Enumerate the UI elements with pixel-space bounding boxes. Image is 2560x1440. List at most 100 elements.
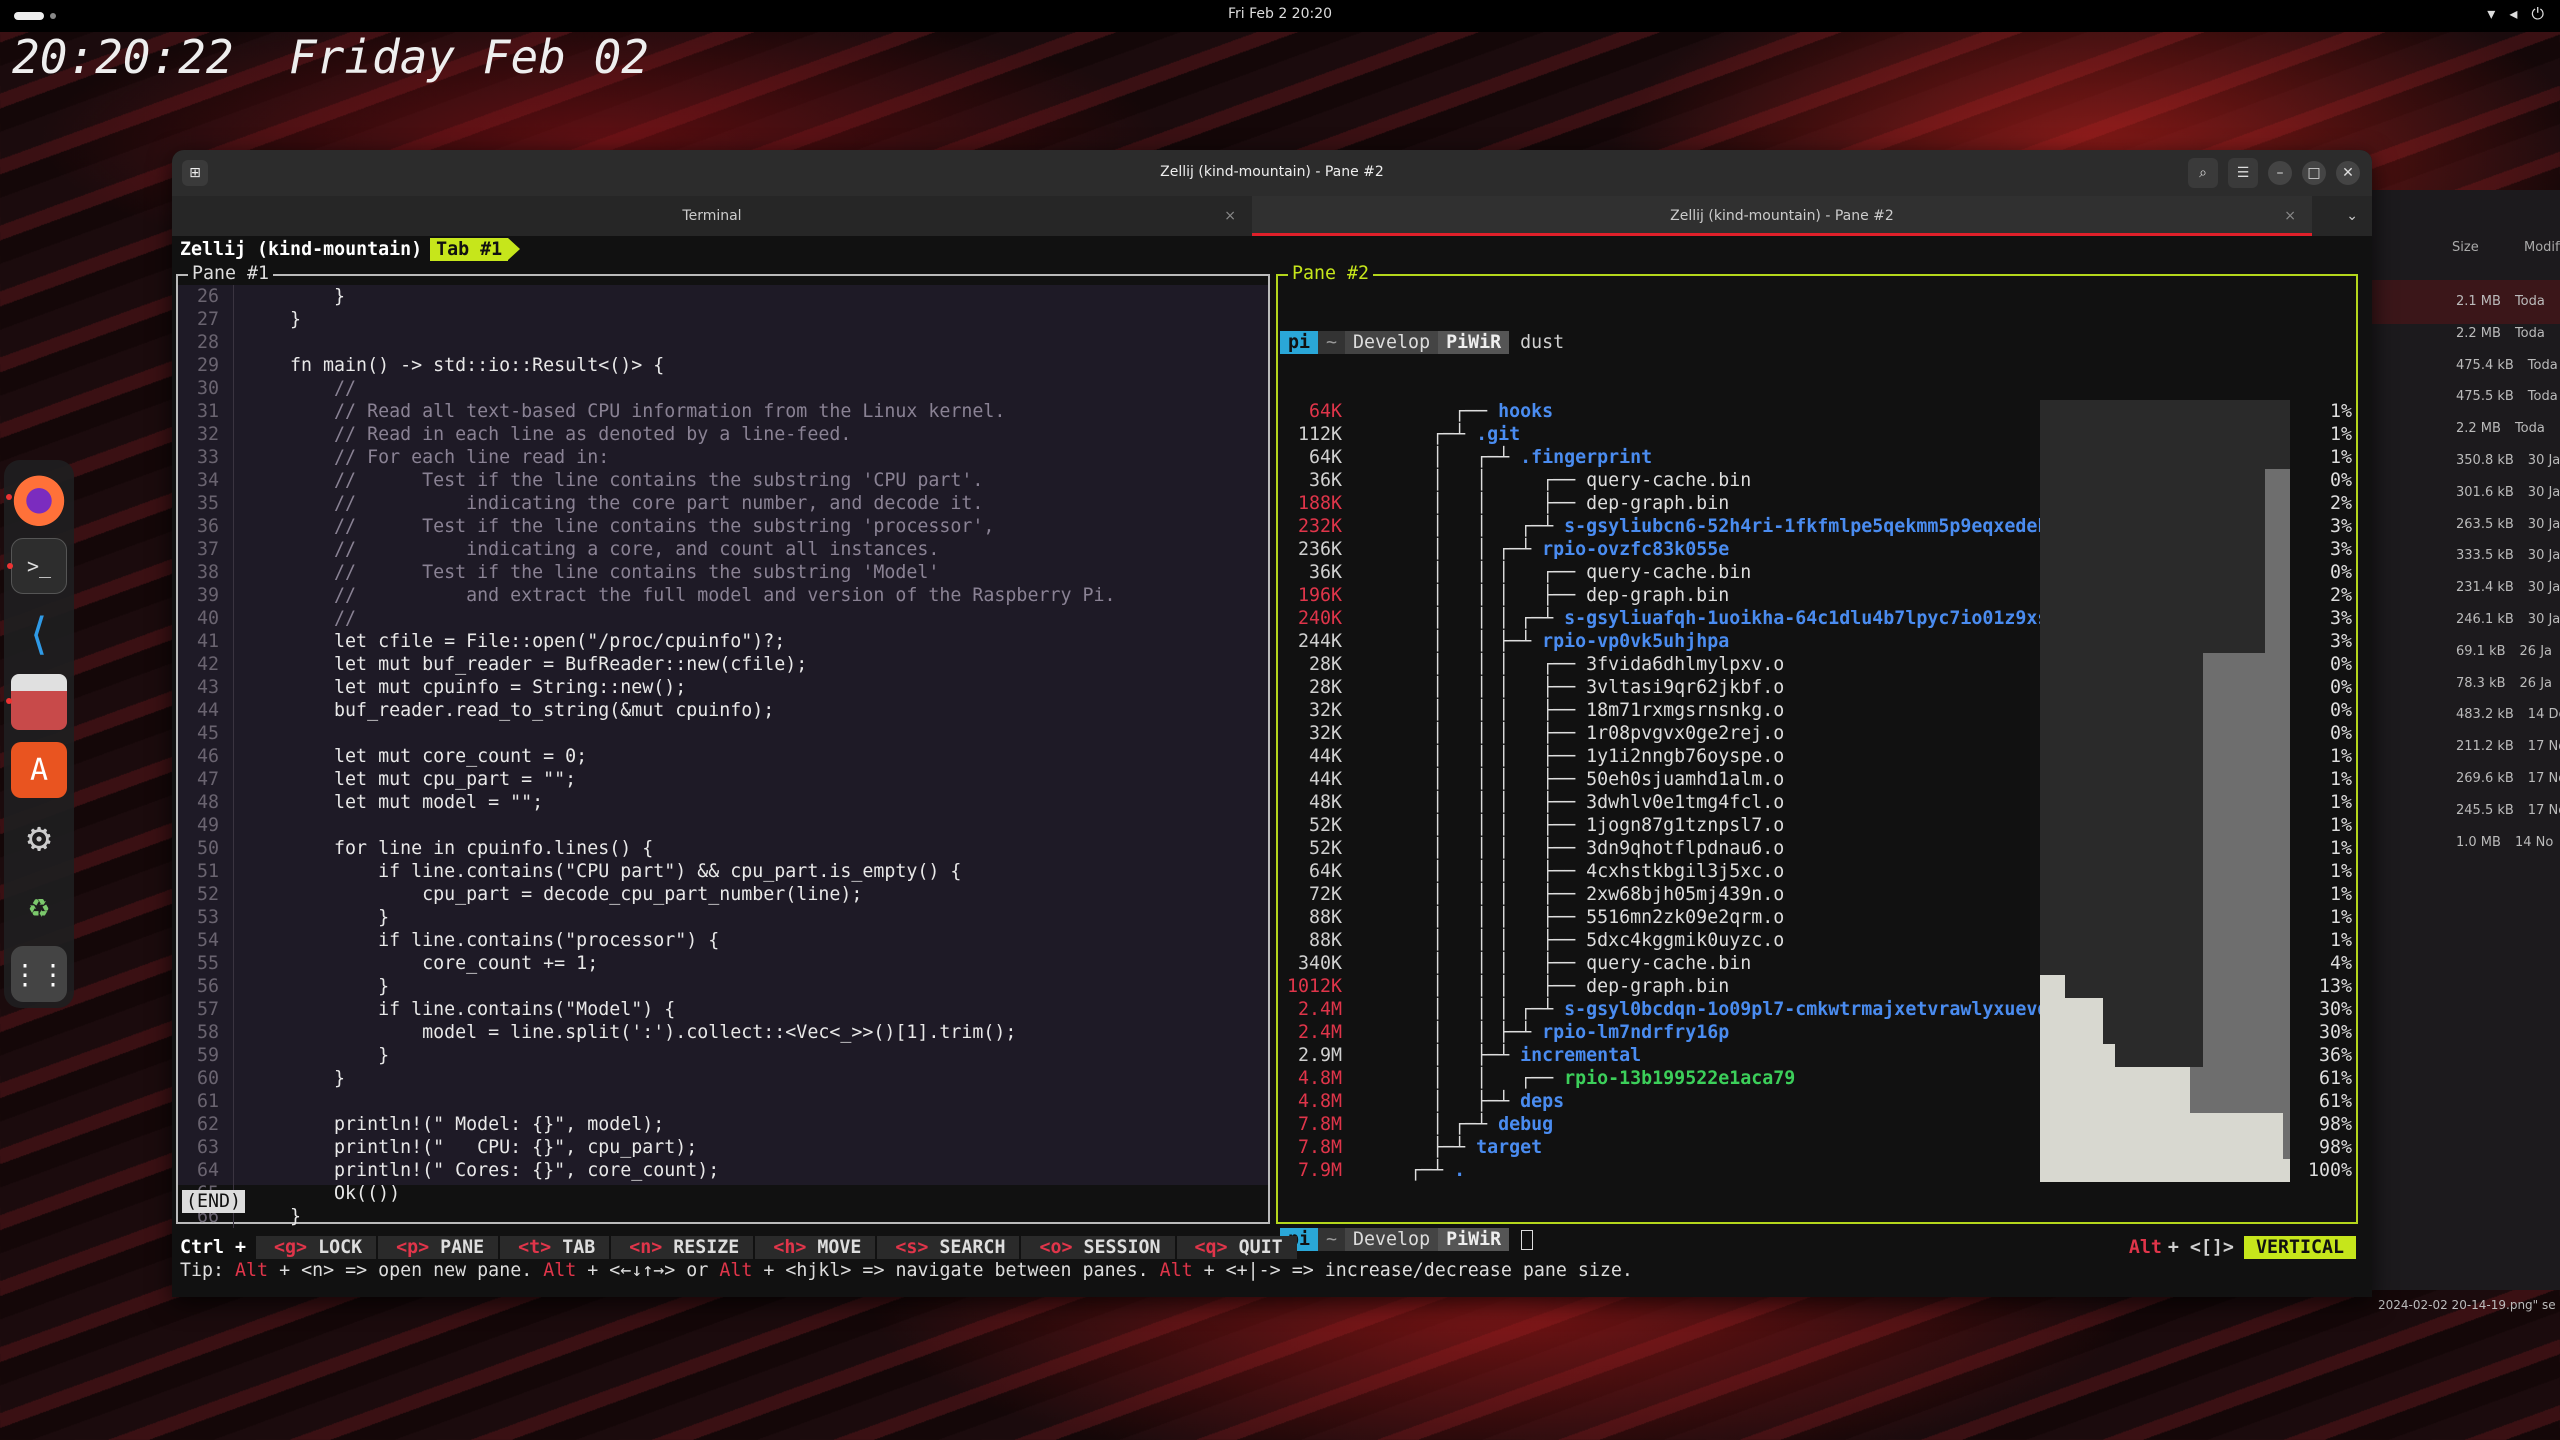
mode-key-session[interactable]: <o> SESSION	[1021, 1236, 1175, 1259]
system-tray[interactable]: ▾ ◂ ⏻	[2487, 4, 2544, 24]
files-icon[interactable]	[6, 674, 67, 730]
mode-key-tab[interactable]: <t> TAB	[500, 1236, 610, 1259]
terminal-icon[interactable]: >_	[7, 538, 67, 594]
dust-usage-bar	[2040, 446, 2290, 469]
bar-background	[2040, 423, 2290, 446]
dust-usage-bar	[2040, 722, 2290, 745]
bar-parent-fill	[2202, 699, 2290, 722]
app-grid-icon[interactable]: ⋮⋮	[11, 946, 67, 1002]
code-text: println!(" Model: {}", model);	[246, 1114, 665, 1135]
file-row[interactable]: 263.5 kB 30 Ja	[2456, 517, 2560, 532]
dust-output[interactable]: pi ~ Develop PiWiR dust 64K ┌── hooks 1% 112K…	[1280, 285, 2356, 1251]
bar-fill	[2040, 975, 2065, 998]
app-center-icon[interactable]: A	[11, 742, 67, 798]
chevron-down-icon[interactable]: ⌄	[2346, 196, 2358, 236]
vscode-icon[interactable]: ⟨	[11, 606, 67, 662]
zellij-tab[interactable]: Tab #1	[430, 238, 521, 261]
line-number: 26	[178, 285, 234, 308]
dust-row: 36K │ │ │ ┌── query-cache.bin 0%	[1280, 561, 2356, 584]
file-row[interactable]: 475.4 kB Toda	[2456, 358, 2558, 373]
top-clock[interactable]: Fri Feb 2 20:20	[0, 6, 2560, 22]
tree-lines: │ ├─┴	[1366, 1045, 1521, 1066]
mode-key-pane[interactable]: <p> PANE	[378, 1236, 499, 1259]
code-text: // indicating the core part number, and …	[246, 493, 984, 514]
tree-lines: │ │ │ ┌──	[1366, 654, 1587, 675]
dust-entry: │ │ ┌── query-cache.bin	[1366, 469, 1751, 492]
code-line: 34 // Test if the line contains the subs…	[178, 469, 1268, 492]
dust-percent: 61%	[2318, 1068, 2352, 1089]
file-row[interactable]: 483.2 kB 14 De	[2456, 707, 2560, 722]
file-row[interactable]: 301.6 kB 30 Ja	[2456, 485, 2560, 500]
code-view[interactable]: 26 } 27 } 28 29 fn main() -> std::io::Resul…	[178, 285, 1268, 1228]
dust-percent: 1%	[2329, 815, 2352, 836]
tab-terminal[interactable]: Terminal ×	[172, 196, 1252, 236]
mode-key-move[interactable]: <h> MOVE	[755, 1236, 876, 1259]
file-row[interactable]: 2.2 MB Toda	[2456, 326, 2545, 341]
dust-entry: │ │ │ ├── 18m71rxmgsrnsnkg.o	[1366, 699, 1784, 722]
trash-icon[interactable]: ♻	[11, 878, 67, 934]
tree-lines: │ │ │ ├──	[1366, 861, 1587, 882]
search-icon[interactable]: ⌕	[2188, 158, 2218, 188]
volume-icon[interactable]: ◂	[2509, 4, 2517, 24]
settings-icon[interactable]: ⚙	[11, 810, 67, 866]
pane-2[interactable]: Pane #2 pi ~ Develop PiWiR dust 64K ┌── hoo…	[1276, 262, 2358, 1251]
dust-name: 3dwhlv0e1tmg4fcl.o	[1586, 792, 1785, 813]
dust-entry: │ │ │ ├── 1jogn87g1tznpsl7.o	[1366, 814, 1784, 837]
dust-row: 236K │ │ ┌─┴ rpio-ovzfc83k055e 3%	[1280, 538, 2356, 561]
tab-zellij[interactable]: Zellij (kind-mountain) - Pane #2 ×	[1252, 196, 2312, 236]
file-row[interactable]: 69.1 kB 26 Ja	[2456, 644, 2552, 659]
file-row[interactable]: 245.5 kB 17 No	[2456, 803, 2560, 818]
file-row[interactable]: 350.8 kB 30 Ja	[2456, 453, 2560, 468]
power-icon[interactable]: ⏻	[2531, 4, 2544, 24]
modified-column-header[interactable]: Modifi	[2524, 240, 2560, 255]
mode-key-lock[interactable]: <g> LOCK	[256, 1236, 377, 1259]
dust-entry: │ │ │ ├── 3dn9qhotflpdnau6.o	[1366, 837, 1784, 860]
file-row[interactable]: 269.6 kB 17 No	[2456, 771, 2560, 786]
size-column-header[interactable]: Size	[2452, 240, 2479, 255]
mode-key-search[interactable]: <s> SEARCH	[877, 1236, 1020, 1259]
close-tab-icon[interactable]: ×	[2284, 196, 2296, 236]
file-row[interactable]: 231.4 kB 30 Ja	[2456, 580, 2560, 595]
mode-key-resize[interactable]: <n> RESIZE	[611, 1236, 754, 1259]
file-row[interactable]: 246.1 kB 30 Ja	[2456, 612, 2560, 627]
close-button[interactable]: ✕	[2336, 161, 2360, 185]
dust-entry: │ │ │ ├── query-cache.bin	[1366, 952, 1751, 975]
close-tab-icon[interactable]: ×	[1224, 196, 1236, 236]
code-line: 61	[178, 1090, 1268, 1113]
file-row[interactable]: 2.1 MB Toda	[2456, 294, 2545, 309]
file-modified: 30 Ja	[2527, 516, 2560, 532]
line-number: 37	[178, 538, 234, 561]
dust-size: 36K	[1308, 562, 1342, 583]
tip-prefix: Tip:	[180, 1260, 236, 1281]
file-row[interactable]: 2.2 MB Toda	[2456, 421, 2545, 436]
code-line: 35 // indicating the core part number, a…	[178, 492, 1268, 515]
layout-mode-badge[interactable]: VERTICAL	[2243, 1236, 2356, 1259]
menu-icon[interactable]: ☰	[2228, 158, 2258, 188]
wifi-icon[interactable]: ▾	[2487, 4, 2495, 24]
file-row[interactable]: 333.5 kB 30 Ja	[2456, 548, 2560, 563]
file-size: 245.5 kB	[2456, 802, 2514, 818]
window-titlebar[interactable]: ⊞ Zellij (kind-mountain) - Pane #2 ⌕ ☰ –…	[172, 150, 2372, 196]
dust-entry: │ │ │ ├── 3vltasi9qr62jkbf.o	[1366, 676, 1784, 699]
file-row[interactable]: 475.5 kB Toda	[2456, 389, 2558, 404]
line-number: 41	[178, 630, 234, 653]
dust-usage-bar	[2040, 1021, 2290, 1044]
bar-parent-fill	[2202, 676, 2290, 699]
file-row[interactable]: 211.2 kB 17 No	[2456, 739, 2560, 754]
file-row[interactable]: 78.3 kB 26 Ja	[2456, 676, 2552, 691]
terminal-area[interactable]: Zellij (kind-mountain) Tab #1 Pane #1 26…	[172, 236, 2372, 1297]
file-row[interactable]: 1.0 MB 14 No	[2456, 835, 2553, 850]
maximize-button[interactable]: □	[2302, 161, 2326, 185]
line-number: 28	[178, 331, 234, 354]
dust-name: rpio-13b199522e1aca79	[1564, 1068, 1796, 1089]
dust-size: 244K	[1297, 631, 1342, 652]
dust-row: 340K │ │ │ ├── query-cache.bin 4%	[1280, 952, 2356, 975]
minimize-button[interactable]: –	[2268, 161, 2292, 185]
firefox-icon[interactable]	[6, 470, 67, 526]
key-shortcut: <s>	[895, 1237, 929, 1258]
code-text: if line.contains("Model") {	[246, 999, 676, 1020]
tree-lines: │ │ ┌─┴	[1366, 516, 1565, 537]
mode-key-quit[interactable]: <q> QUIT	[1176, 1236, 1297, 1259]
pane-1[interactable]: Pane #1 26 } 27 } 28 29 fn main() -> std::i…	[176, 262, 1270, 1228]
file-modified: Toda	[2514, 294, 2545, 309]
